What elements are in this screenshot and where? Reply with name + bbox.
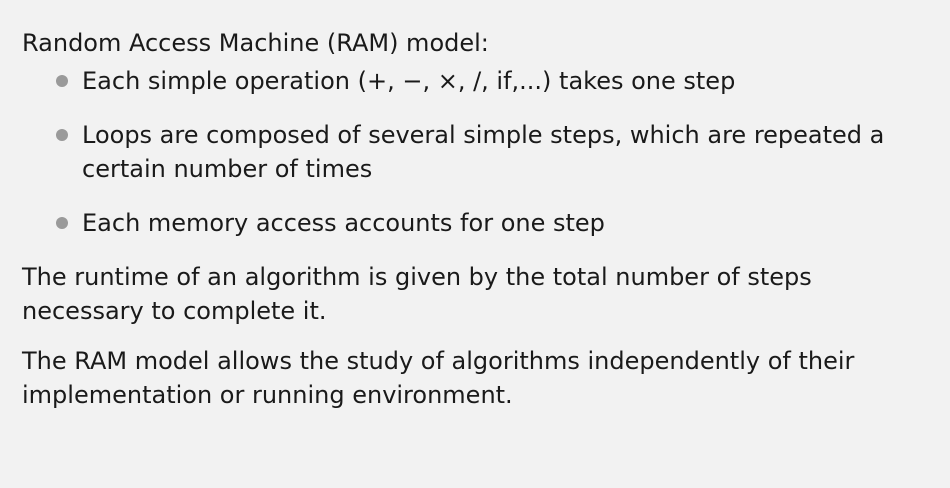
- bullet-text: Each memory access accounts for one step: [82, 209, 605, 237]
- bullet-dot-icon: [56, 217, 68, 229]
- bullet-item: Each memory access accounts for one step: [22, 206, 920, 240]
- ram-model-paragraph: The RAM model allows the study of algori…: [22, 347, 855, 409]
- bullet-text: Each simple operation (+, −, ×, /, if,..…: [82, 67, 736, 95]
- bullet-list: Each simple operation (+, −, ×, /, if,..…: [22, 64, 920, 240]
- runtime-paragraph: The runtime of an algorithm is given by …: [22, 263, 812, 325]
- slide-page: Random Access Machine (RAM) model: Each …: [0, 0, 950, 488]
- bullet-text: Loops are composed of several simple ste…: [82, 121, 885, 183]
- bullet-item: Each simple operation (+, −, ×, /, if,..…: [22, 64, 920, 98]
- bullet-item: Loops are composed of several simple ste…: [22, 118, 920, 186]
- bullet-dot-icon: [56, 129, 68, 141]
- intro-text: Random Access Machine (RAM) model:: [22, 29, 489, 57]
- bullet-dot-icon: [56, 75, 68, 87]
